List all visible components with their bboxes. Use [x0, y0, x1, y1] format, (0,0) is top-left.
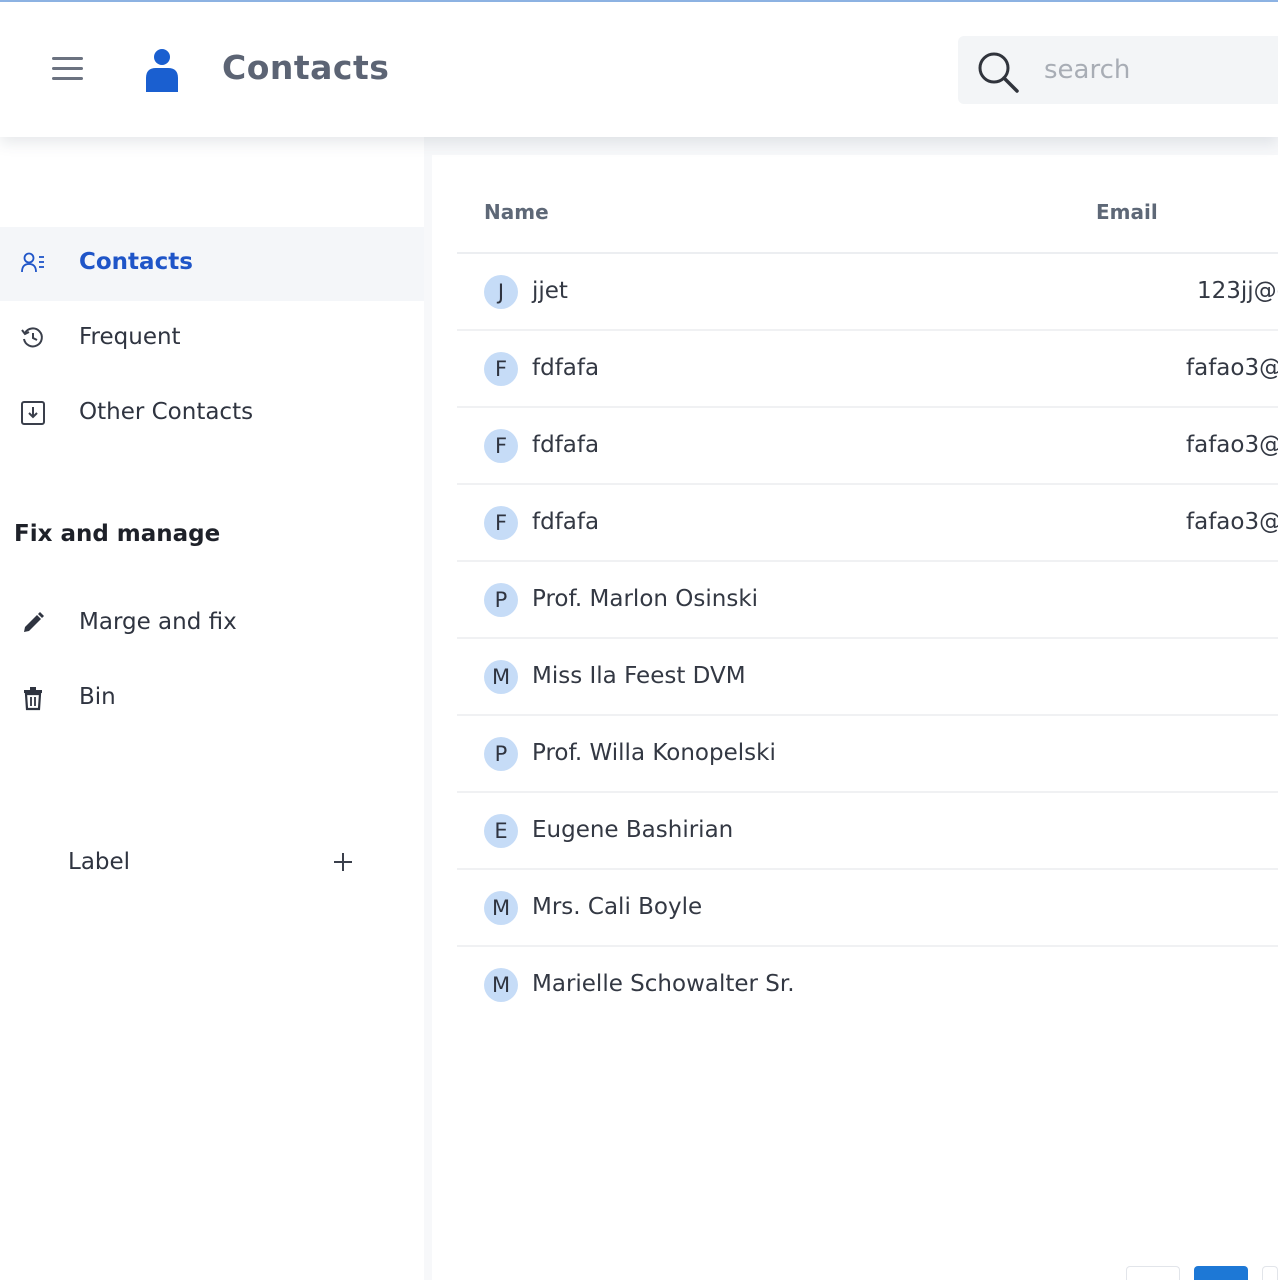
- sidebar-item-frequent[interactable]: Frequent: [0, 302, 424, 376]
- hamburger-icon[interactable]: [50, 54, 86, 86]
- search-icon[interactable]: [976, 50, 1020, 94]
- avatar: E: [484, 814, 518, 848]
- pencil-icon: [24, 612, 44, 632]
- history-icon: [21, 327, 43, 348]
- sidebar-item-other-contacts[interactable]: Other Contacts: [0, 377, 424, 451]
- avatar: M: [484, 660, 518, 694]
- contact-name: Eugene Bashirian: [532, 817, 734, 843]
- download-box-icon: [21, 401, 45, 425]
- table-header: Name Email: [457, 155, 1278, 254]
- contact-name: Prof. Marlon Osinski: [532, 586, 759, 612]
- contact-name: fdfafa: [532, 509, 600, 535]
- avatar: P: [484, 583, 518, 617]
- table-row[interactable]: M Marielle Schowalter Sr.: [457, 947, 1278, 1024]
- people-list-icon: [21, 252, 44, 273]
- trash-icon: [24, 687, 42, 711]
- contact-name: jjet: [532, 278, 568, 304]
- pagination-prev-button[interactable]: [1126, 1266, 1180, 1280]
- sidebar-item-merge-fix[interactable]: Marge and fix: [0, 587, 424, 661]
- table-row[interactable]: E Eugene Bashirian: [457, 793, 1278, 870]
- sidebar-item-contacts[interactable]: Contacts: [0, 227, 424, 301]
- table-row[interactable]: P Prof. Marlon Osinski: [457, 562, 1278, 639]
- table-row[interactable]: F fdfafa fafao3@: [457, 485, 1278, 562]
- pagination-current-page-button[interactable]: [1194, 1266, 1248, 1280]
- column-header-email[interactable]: Email: [1096, 200, 1158, 224]
- app-header: Contacts: [0, 2, 1278, 137]
- contact-email: 123jj@g: [1197, 278, 1278, 304]
- pagination-next-button[interactable]: [1262, 1266, 1278, 1280]
- contact-name: Prof. Willa Konopelski: [532, 740, 776, 766]
- person-icon: [146, 49, 178, 92]
- sidebar: Contacts Frequent Other Contacts Fix and…: [0, 137, 424, 1280]
- avatar: F: [484, 506, 518, 540]
- sidebar-item-label: Marge and fix: [79, 609, 237, 635]
- search-input[interactable]: [1044, 50, 1274, 90]
- plus-icon[interactable]: [330, 849, 356, 875]
- table-row[interactable]: F fdfafa fafao3@: [457, 408, 1278, 485]
- column-header-name[interactable]: Name: [484, 200, 549, 224]
- labels-heading: Label: [68, 849, 131, 875]
- avatar: M: [484, 968, 518, 1002]
- table-row[interactable]: M Mrs. Cali Boyle: [457, 870, 1278, 947]
- contact-name: Mrs. Cali Boyle: [532, 894, 703, 920]
- section-title-fix-manage: Fix and manage: [14, 521, 221, 547]
- table-row[interactable]: M Miss Ila Feest DVM: [457, 639, 1278, 716]
- sidebar-item-bin[interactable]: Bin: [0, 662, 424, 736]
- contact-email: fafao3@: [1186, 509, 1278, 535]
- search-box[interactable]: [958, 36, 1278, 104]
- sidebar-item-label: Frequent: [79, 324, 181, 350]
- avatar: P: [484, 737, 518, 771]
- avatar: F: [484, 352, 518, 386]
- contact-name: fdfafa: [532, 355, 600, 381]
- table-row[interactable]: F fdfafa fafao3@: [457, 331, 1278, 408]
- contact-name: Miss Ila Feest DVM: [532, 663, 746, 689]
- contact-name: fdfafa: [532, 432, 600, 458]
- contacts-table: Name Email J jjet 123jj@g F fdfafa fafao…: [432, 155, 1278, 1280]
- avatar: J: [484, 275, 518, 309]
- app-title: Contacts: [222, 48, 390, 87]
- sidebar-item-label: Bin: [79, 684, 116, 710]
- avatar: M: [484, 891, 518, 925]
- contact-name: Marielle Schowalter Sr.: [532, 971, 795, 997]
- labels-header: Label: [68, 849, 368, 879]
- sidebar-item-label: Other Contacts: [79, 399, 254, 425]
- sidebar-item-label: Contacts: [79, 249, 193, 275]
- contact-email: fafao3@: [1186, 355, 1278, 381]
- table-row[interactable]: P Prof. Willa Konopelski: [457, 716, 1278, 793]
- contact-email: fafao3@: [1186, 432, 1278, 458]
- table-row[interactable]: J jjet 123jj@g: [457, 254, 1278, 331]
- avatar: F: [484, 429, 518, 463]
